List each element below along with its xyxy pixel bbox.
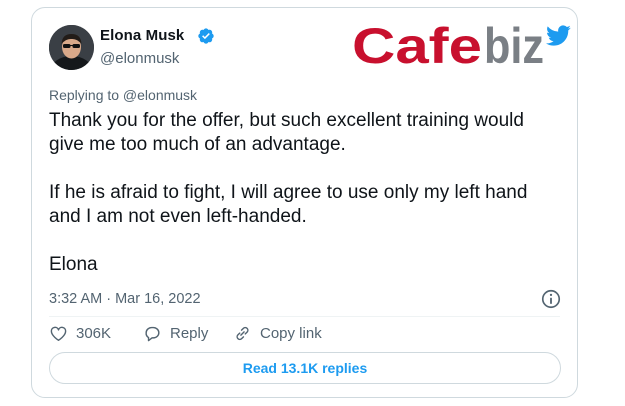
replying-to-label: Replying to @elonmusk — [49, 87, 198, 103]
divider — [49, 316, 560, 317]
tweet-text-line: give me too much of an advantage. — [49, 134, 346, 155]
tweet-card: Elona Musk @elonmusk Cafe biz Replying t… — [31, 7, 578, 398]
verified-badge-icon — [198, 28, 214, 44]
svg-text:biz: biz — [484, 18, 544, 73]
like-button[interactable]: 306K — [49, 322, 111, 344]
tweet-timestamp[interactable]: 3:32 AM · Mar 16, 2022 — [49, 291, 201, 307]
tweet-text-line: Elona — [49, 254, 98, 275]
author-name[interactable]: Elona Musk — [100, 27, 184, 44]
heart-icon — [50, 326, 67, 341]
twitter-bird-icon — [546, 25, 571, 46]
tweet-text-line: If he is afraid to fight, I will agree t… — [49, 182, 528, 203]
copy-link-label: Copy link — [260, 324, 322, 342]
tweet-text-line: Thank you for the offer, but such excell… — [49, 110, 524, 131]
copy-link-button[interactable]: Copy link — [233, 322, 322, 344]
reply-button[interactable]: Reply — [143, 322, 208, 344]
avatar[interactable] — [49, 25, 94, 70]
tweet-body: Thank you for the offer, but such excell… — [49, 109, 527, 277]
tweet-text-line: and I am not even left-handed. — [49, 206, 307, 227]
read-replies-button[interactable]: Read 13.1K replies — [49, 352, 561, 384]
avatar-image — [49, 25, 94, 70]
like-count: 306K — [76, 324, 112, 342]
reply-bubble-icon — [145, 326, 160, 341]
info-icon[interactable] — [540, 288, 562, 310]
svg-text:Cafe: Cafe — [352, 18, 482, 73]
cafebiz-logo: Cafe biz — [352, 18, 571, 73]
read-replies-label: Read 13.1K replies — [242, 360, 368, 376]
author-handle[interactable]: @elonmusk — [100, 50, 179, 67]
reply-label: Reply — [170, 324, 209, 342]
link-icon — [236, 326, 249, 340]
